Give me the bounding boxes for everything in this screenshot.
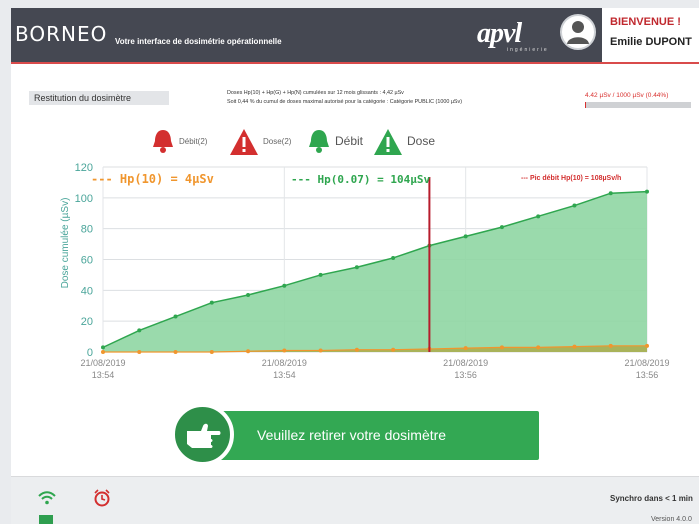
brand-logo: apvl <box>477 18 522 49</box>
y-tick-label: 40 <box>81 285 93 297</box>
wifi-icon <box>38 491 56 505</box>
legend-dose2[interactable]: Dose(2) <box>229 128 299 156</box>
x-tick-label: 21/08/2019 <box>262 358 307 368</box>
y-tick-label: 60 <box>81 255 93 267</box>
sync-status: Synchro dans < 1 min <box>610 494 693 503</box>
user-avatar-icon[interactable] <box>560 14 596 50</box>
legend-dose-label: Dose <box>407 134 436 148</box>
y-tick-label: 80 <box>81 224 93 236</box>
data-point <box>572 344 577 349</box>
legend-debit2-label: Débit(2) <box>179 137 208 146</box>
app-header: BORNEO Votre interface de dosimétrie opé… <box>11 8 699 62</box>
x-tick-label: 21/08/2019 <box>80 358 125 368</box>
series-area-0 <box>103 191 647 352</box>
remove-dosimeter-button[interactable]: Veuillez retirer votre dosimètre <box>171 403 539 466</box>
data-point <box>572 203 577 208</box>
device-icon <box>39 515 53 524</box>
brand-subtitle: ingénierie <box>507 47 549 53</box>
x-tick-label: 21/08/2019 <box>624 358 669 368</box>
legend-debit2[interactable]: Débit(2) <box>151 128 221 156</box>
status-footer: Synchro dans < 1 min Version 4.0.0 <box>11 476 699 524</box>
chart-areas <box>103 191 647 352</box>
bell-alarm-icon <box>153 130 173 153</box>
y-tick-label: 20 <box>81 316 93 328</box>
action-label: Veuillez retirer votre dosimètre <box>257 427 447 443</box>
data-point <box>463 234 468 239</box>
data-point <box>608 191 613 196</box>
hand-pointing-icon <box>171 403 234 466</box>
user-box: BIENVENUE ! Emilie DUPONT <box>602 8 699 62</box>
peak-annotation: --- Pic débit Hp(10) = 108µSv/h <box>521 175 621 182</box>
percent-summary: Soit 0,44 % du cumul de doses maximal au… <box>227 99 463 105</box>
x-tick-label: 13:56 <box>636 370 659 380</box>
app-version: Version 4.0.0 <box>651 516 692 523</box>
legend-debit[interactable]: Débit <box>307 128 371 156</box>
x-tick-label: 13:54 <box>92 370 115 380</box>
data-point <box>282 348 287 353</box>
data-point <box>137 328 142 333</box>
data-point <box>608 343 613 348</box>
legend-dose2-label: Dose(2) <box>263 137 292 146</box>
data-point <box>318 272 323 277</box>
y-axis-ticks: 020406080100120 <box>75 162 93 359</box>
data-point <box>499 345 504 350</box>
data-point <box>499 225 504 230</box>
welcome-text: BIENVENUE ! <box>610 16 681 28</box>
data-point <box>354 265 359 270</box>
data-point <box>101 345 105 350</box>
data-point <box>318 348 323 353</box>
y-tick-label: 100 <box>75 193 93 205</box>
warning-ok-icon <box>374 129 402 155</box>
data-point <box>645 189 649 194</box>
app-logo: BORNEO <box>15 22 108 46</box>
y-axis-label: Dose cumulée (µSv) <box>60 198 71 289</box>
hp10-annotation: --- Hp(10) = 4µSv <box>91 172 214 186</box>
alarm-clock-icon <box>94 489 110 507</box>
dose-ratio-bar <box>585 102 691 108</box>
header-divider <box>11 62 699 64</box>
dose-ratio-text: 4.42 µSv / 1000 µSv (0.44%) <box>585 92 669 99</box>
data-point <box>391 347 396 352</box>
data-point <box>173 350 178 354</box>
data-point <box>463 346 468 351</box>
legend-debit-label: Débit <box>335 134 364 148</box>
x-tick-label: 21/08/2019 <box>443 358 488 368</box>
dose-chart: 020406080100120 21/08/201913:5421/08/201… <box>60 162 670 380</box>
data-point <box>246 349 251 354</box>
data-point <box>282 283 287 288</box>
warning-alarm-icon <box>230 129 258 155</box>
app-tagline: Votre interface de dosimétrie opérationn… <box>115 37 282 46</box>
data-point <box>209 350 214 354</box>
hp007-annotation: --- Hp(0.07) = 104µSv <box>291 173 430 186</box>
data-point <box>354 347 359 352</box>
data-point <box>246 292 251 297</box>
x-axis-ticks: 21/08/2019 13:54 21/08/2019 13:54 21/08/2019… <box>80 358 669 380</box>
x-tick-label: 13:56 <box>454 370 477 380</box>
doses-summary: Doses Hp(10) + Hp(G) + Hp(N) cumulées su… <box>227 90 404 96</box>
app-frame: BORNEO Votre interface de dosimétrie opé… <box>11 8 699 524</box>
bell-ok-icon <box>309 130 329 153</box>
data-point <box>101 350 105 354</box>
legend-dose[interactable]: Dose <box>373 128 443 156</box>
data-point <box>536 214 541 219</box>
x-tick-label: 13:54 <box>273 370 296 380</box>
user-name: Emilie DUPONT <box>610 36 692 48</box>
data-point <box>209 300 214 305</box>
data-point <box>536 345 541 350</box>
section-label: Restitution du dosimètre <box>29 91 169 105</box>
data-point <box>391 255 396 260</box>
data-point <box>173 314 178 319</box>
data-point <box>645 343 649 348</box>
data-point <box>137 350 142 354</box>
